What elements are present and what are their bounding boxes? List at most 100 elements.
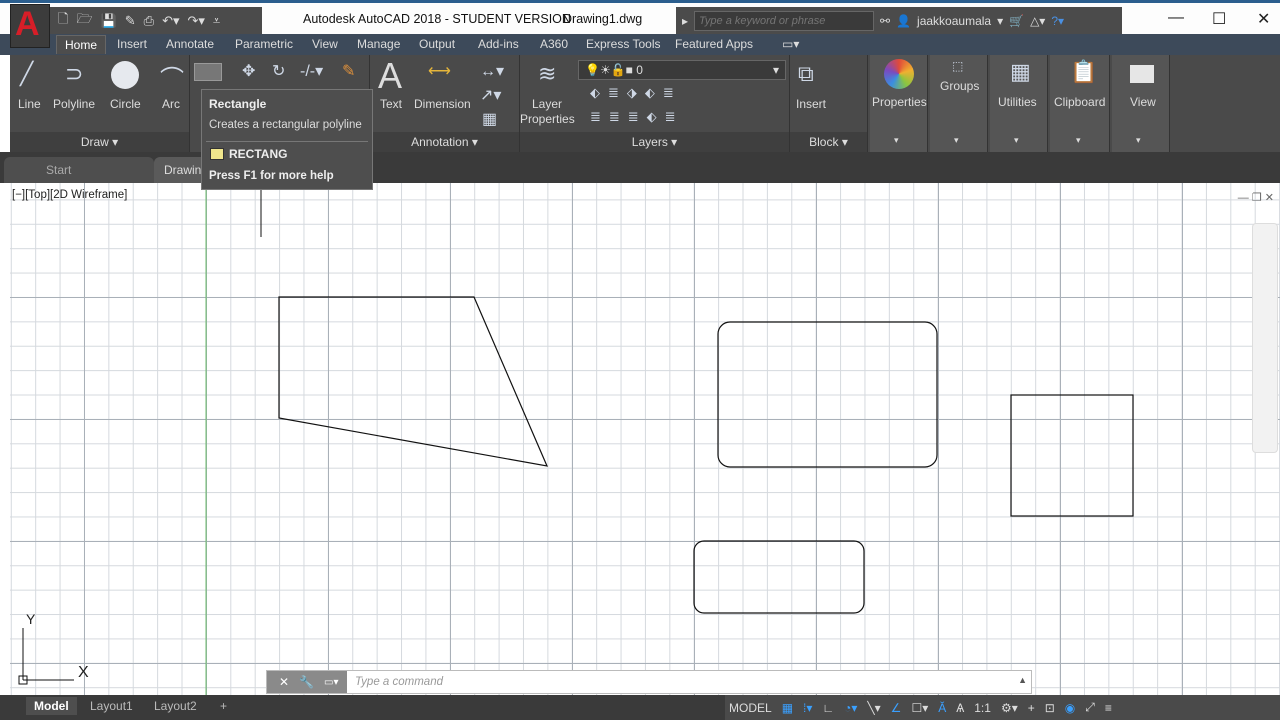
customize-command-icon[interactable]: 🔧 <box>299 675 314 689</box>
maximize-button[interactable]: ☐ <box>1212 9 1226 29</box>
osnap-icon[interactable]: ☐▾ <box>911 701 928 715</box>
cart-icon[interactable]: 🛒 <box>1009 14 1024 28</box>
help-icon[interactable]: ?▾ <box>1051 14 1064 28</box>
clipboard-panel[interactable]: 📋 Clipboard ▾ <box>1050 55 1110 152</box>
tab-manage[interactable]: Manage <box>357 37 400 51</box>
leader-icon[interactable]: ↗▾ <box>480 85 501 105</box>
customize-icon[interactable]: ⩡ <box>213 13 220 29</box>
ribbon-minimize-icon[interactable]: ▭▾ <box>782 37 799 51</box>
units-icon[interactable]: ⊡ <box>1045 701 1055 715</box>
user-menu[interactable]: jaakkoaumala <box>917 14 991 28</box>
tab-layout1[interactable]: Layout1 <box>82 697 141 715</box>
annotation-panel: A Text ⟷ Dimension ↔▾ ↗▾ ▦ Annotation ▾ <box>370 55 520 152</box>
properties-icon <box>884 59 914 89</box>
polyline-button[interactable]: Polyline <box>53 97 95 111</box>
draw-panel: ╱ Line ⊃ Polyline Circle ⌒ Arc Draw ▾ <box>10 55 222 152</box>
minimize-button[interactable]: — <box>1168 9 1184 27</box>
snap-icon[interactable]: ⁞▾ <box>803 701 812 715</box>
linear-dim-icon[interactable]: ↔▾ <box>480 61 504 81</box>
navigation-bar[interactable] <box>1252 223 1278 453</box>
annotation-scale[interactable]: 1:1 <box>974 701 991 715</box>
customization-menu-icon[interactable]: ≡ <box>1105 701 1112 715</box>
osnap-tracking-icon[interactable]: ∠ <box>891 701 902 715</box>
tab-parametric[interactable]: Parametric <box>235 37 293 51</box>
groups-panel[interactable]: ⬚ Groups ▾ <box>930 55 988 152</box>
search-input[interactable] <box>694 10 875 31</box>
binoculars-icon[interactable]: ⚯ <box>880 14 890 28</box>
isodraft-icon[interactable]: ╲▾ <box>867 701 880 715</box>
layer-tools-icon[interactable]: ⬖≣⬗⬖≣ <box>590 85 682 101</box>
dimension-button[interactable]: Dimension <box>414 97 471 111</box>
rounded-rectangle-large <box>717 321 938 468</box>
layer-tools-row2-icon[interactable]: ≣≣≣⬖≣ <box>590 109 684 125</box>
erase-icon[interactable]: ✎ <box>342 61 355 81</box>
title-bar: 🗋 🗁 💾 ✎ ⎙ ↶▾ ↷▾ ⩡ Autodesk AutoCAD 2018 - STUDE… <box>0 0 1280 34</box>
tab-model[interactable]: Model <box>26 697 77 715</box>
utilities-panel[interactable]: ▦ Utilities ▾ <box>990 55 1048 152</box>
model-space-button[interactable]: MODEL <box>729 701 772 715</box>
prompt-icon[interactable]: ▭▾ <box>324 677 338 688</box>
circle-icon <box>111 61 139 89</box>
table-icon[interactable]: ▦ <box>482 109 497 129</box>
application-menu-button[interactable]: A <box>10 4 50 48</box>
autoscale-icon[interactable]: Ѧ <box>956 701 964 715</box>
tab-layout2[interactable]: Layout2 <box>146 697 205 715</box>
tab-home[interactable]: Home <box>56 35 107 54</box>
annotation-monitor-icon[interactable]: + <box>1028 701 1035 715</box>
close-button[interactable]: ✕ <box>1257 9 1270 29</box>
save-icon[interactable]: 💾 <box>101 13 117 29</box>
a360-icon[interactable]: △▾ <box>1030 14 1045 28</box>
view-panel[interactable]: View ▾ <box>1112 55 1170 152</box>
annotation-panel-title[interactable]: Annotation ▾ <box>370 132 519 152</box>
layer-properties-button[interactable]: Layer Properties <box>520 97 575 127</box>
rounded-rectangle-small <box>693 540 865 614</box>
tab-annotate[interactable]: Annotate <box>166 37 214 51</box>
tab-featured-apps[interactable]: Featured Apps <box>675 37 753 51</box>
expand-icon[interactable]: ▸ <box>682 14 688 28</box>
drawing-canvas[interactable]: [−][Top][2D Wireframe] Y X — ❐ ✕ <box>10 183 1280 695</box>
ucs-y-label: Y <box>26 611 36 627</box>
arc-button[interactable]: Arc <box>162 97 180 111</box>
circle-button[interactable]: Circle <box>110 97 141 111</box>
layer-dropdown[interactable]: 💡☀🔓■ 0 ▾ <box>578 60 786 80</box>
tab-view[interactable]: View <box>312 37 338 51</box>
move-icon[interactable]: ✥ <box>242 61 255 81</box>
tab-addins[interactable]: Add-ins <box>478 37 519 51</box>
ribbon-tabs: Home Insert Annotate Parametric View Man… <box>0 34 1280 55</box>
save-as-icon[interactable]: ✎ <box>125 13 136 29</box>
dimension-icon: ⟷ <box>428 63 451 80</box>
undo-icon[interactable]: ↶▾ <box>162 13 179 29</box>
insert-button[interactable]: Insert <box>796 97 826 111</box>
new-icon[interactable]: 🗋 <box>58 10 68 32</box>
viewport-window-controls[interactable]: — ❐ ✕ <box>1238 191 1274 204</box>
open-icon[interactable]: 🗁 <box>76 10 92 32</box>
layers-panel-title[interactable]: Layers ▾ <box>520 132 789 152</box>
close-command-icon[interactable]: ✕ <box>279 675 289 689</box>
text-button[interactable]: Text <box>380 97 402 111</box>
rotate-icon[interactable]: ↻ <box>272 61 285 81</box>
tab-express-tools[interactable]: Express Tools <box>586 37 660 51</box>
tab-a360[interactable]: A360 <box>540 37 568 51</box>
workspace-gear-icon[interactable]: ⚙▾ <box>1001 701 1018 715</box>
grid-icon[interactable]: ▦ <box>782 701 793 715</box>
properties-panel[interactable]: Properties ▾ <box>870 55 928 152</box>
tab-output[interactable]: Output <box>419 37 455 51</box>
trim-icon[interactable]: -/-▾ <box>300 61 323 81</box>
command-input[interactable]: Type a command <box>355 676 443 688</box>
annotation-visibility-icon[interactable]: Ᾰ <box>938 701 946 715</box>
polar-icon[interactable]: ◔▾ <box>844 701 857 715</box>
document-name: Drawing1.dwg <box>563 12 643 26</box>
block-panel-title[interactable]: Block ▾ <box>790 132 867 152</box>
file-tab-start[interactable]: Start <box>4 157 154 183</box>
add-layout-button[interactable]: + <box>212 697 235 715</box>
line-button[interactable]: Line <box>18 97 41 111</box>
fullscreen-icon[interactable]: ⤢ <box>1085 700 1095 715</box>
draw-panel-title[interactable]: Draw ▾ <box>10 132 189 152</box>
print-icon[interactable]: ⎙ <box>144 13 154 29</box>
view-label: View <box>1130 95 1156 109</box>
redo-icon[interactable]: ↷▾ <box>188 13 205 29</box>
tab-insert[interactable]: Insert <box>117 37 147 51</box>
ortho-icon[interactable]: ∟ <box>822 701 834 715</box>
isolate-objects-icon[interactable]: ◉ <box>1065 701 1075 715</box>
command-history-icon[interactable]: ▲ <box>1018 675 1027 685</box>
